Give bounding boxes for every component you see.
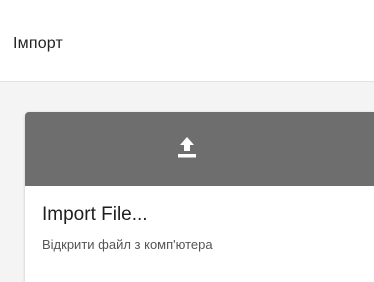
page-title: Імпорт: [13, 35, 64, 52]
card-title: Import File...: [42, 204, 148, 225]
import-page: Імпорт Import File... Відкрити файл з ко…: [0, 0, 374, 282]
card-banner: [25, 112, 374, 186]
page-header: Імпорт: [0, 0, 374, 82]
card-subtitle: Відкрити файл з комп'ютера: [42, 237, 213, 252]
upload-icon: [178, 137, 196, 158]
import-file-card[interactable]: Import File... Відкрити файл з комп'ютер…: [25, 112, 374, 282]
